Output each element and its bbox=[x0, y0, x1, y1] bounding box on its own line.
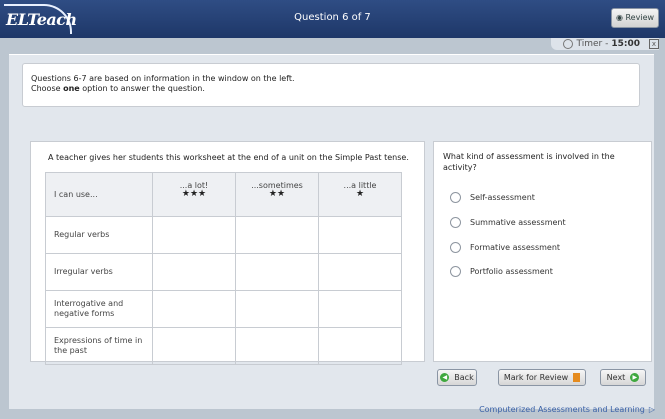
instructions-line-1: Questions 6-7 are based on information i… bbox=[31, 74, 295, 83]
header-cell: I can use... bbox=[45, 172, 153, 217]
option-self-assessment[interactable]: Self-assessment bbox=[450, 192, 535, 203]
clock-icon bbox=[562, 39, 573, 49]
option-summative-assessment[interactable]: Summative assessment bbox=[450, 217, 566, 228]
next-arrow-icon: ▶ bbox=[630, 373, 640, 382]
back-button[interactable]: ◀ Back bbox=[437, 369, 477, 386]
radio-icon[interactable] bbox=[450, 217, 461, 228]
question-counter: Question 6 of 7 bbox=[294, 12, 371, 23]
top-bar: ELTeach Question 6 of 7 ◉ Review bbox=[0, 0, 665, 38]
radio-icon[interactable] bbox=[450, 242, 461, 253]
timer-label: Timer - bbox=[576, 39, 609, 49]
back-arrow-icon: ◀ bbox=[440, 373, 450, 382]
timer: Timer - 15:00 x bbox=[550, 38, 659, 50]
next-button[interactable]: Next ▶ bbox=[600, 369, 646, 386]
header-cell: ...a little ★ bbox=[318, 172, 402, 217]
worksheet-table: I can use... ...a lot! ★★★ ...sometimes ★★… bbox=[45, 172, 402, 365]
footer-credit: Computerized Assessments and Learning ▷ bbox=[479, 405, 655, 414]
review-button[interactable]: ◉ Review bbox=[611, 8, 659, 28]
close-icon[interactable]: x bbox=[649, 39, 659, 49]
flag-icon bbox=[573, 373, 581, 382]
review-label: Review bbox=[625, 13, 655, 22]
instructions-line-2: Choose one option to answer the question… bbox=[31, 84, 205, 93]
table-row: Expressions of time in the past bbox=[45, 327, 402, 365]
stars-icon: ★★ bbox=[268, 189, 286, 199]
table-row: Irregular verbs bbox=[45, 253, 402, 291]
timer-value: 15:00 bbox=[611, 39, 640, 49]
question-window: What kind of assessment is involved in t… bbox=[433, 141, 652, 362]
radio-icon[interactable] bbox=[450, 192, 461, 203]
header-cell: ...sometimes ★★ bbox=[235, 172, 319, 217]
stimulus-window: A teacher gives her students this worksh… bbox=[30, 141, 425, 365]
radio-icon[interactable] bbox=[450, 266, 461, 277]
table-row: Regular verbs bbox=[45, 216, 402, 254]
option-portfolio-assessment[interactable]: Portfolio assessment bbox=[450, 266, 553, 277]
mark-for-review-button[interactable]: Mark for Review bbox=[498, 369, 586, 386]
worksheet-header-row: I can use... ...a lot! ★★★ ...sometimes ★★… bbox=[45, 172, 402, 217]
table-row: Interrogative and negative forms bbox=[45, 290, 402, 328]
header-cell: ...a lot! ★★★ bbox=[152, 172, 236, 217]
question-text: What kind of assessment is involved in t… bbox=[443, 152, 615, 172]
instructions-box: Questions 6-7 are based on information i… bbox=[22, 63, 640, 107]
stimulus-intro: A teacher gives her students this worksh… bbox=[48, 153, 409, 162]
stars-icon: ★ bbox=[355, 189, 365, 199]
option-formative-assessment[interactable]: Formative assessment bbox=[450, 242, 560, 253]
play-icon: ▷ bbox=[648, 405, 655, 414]
stars-icon: ★★★ bbox=[181, 189, 207, 199]
